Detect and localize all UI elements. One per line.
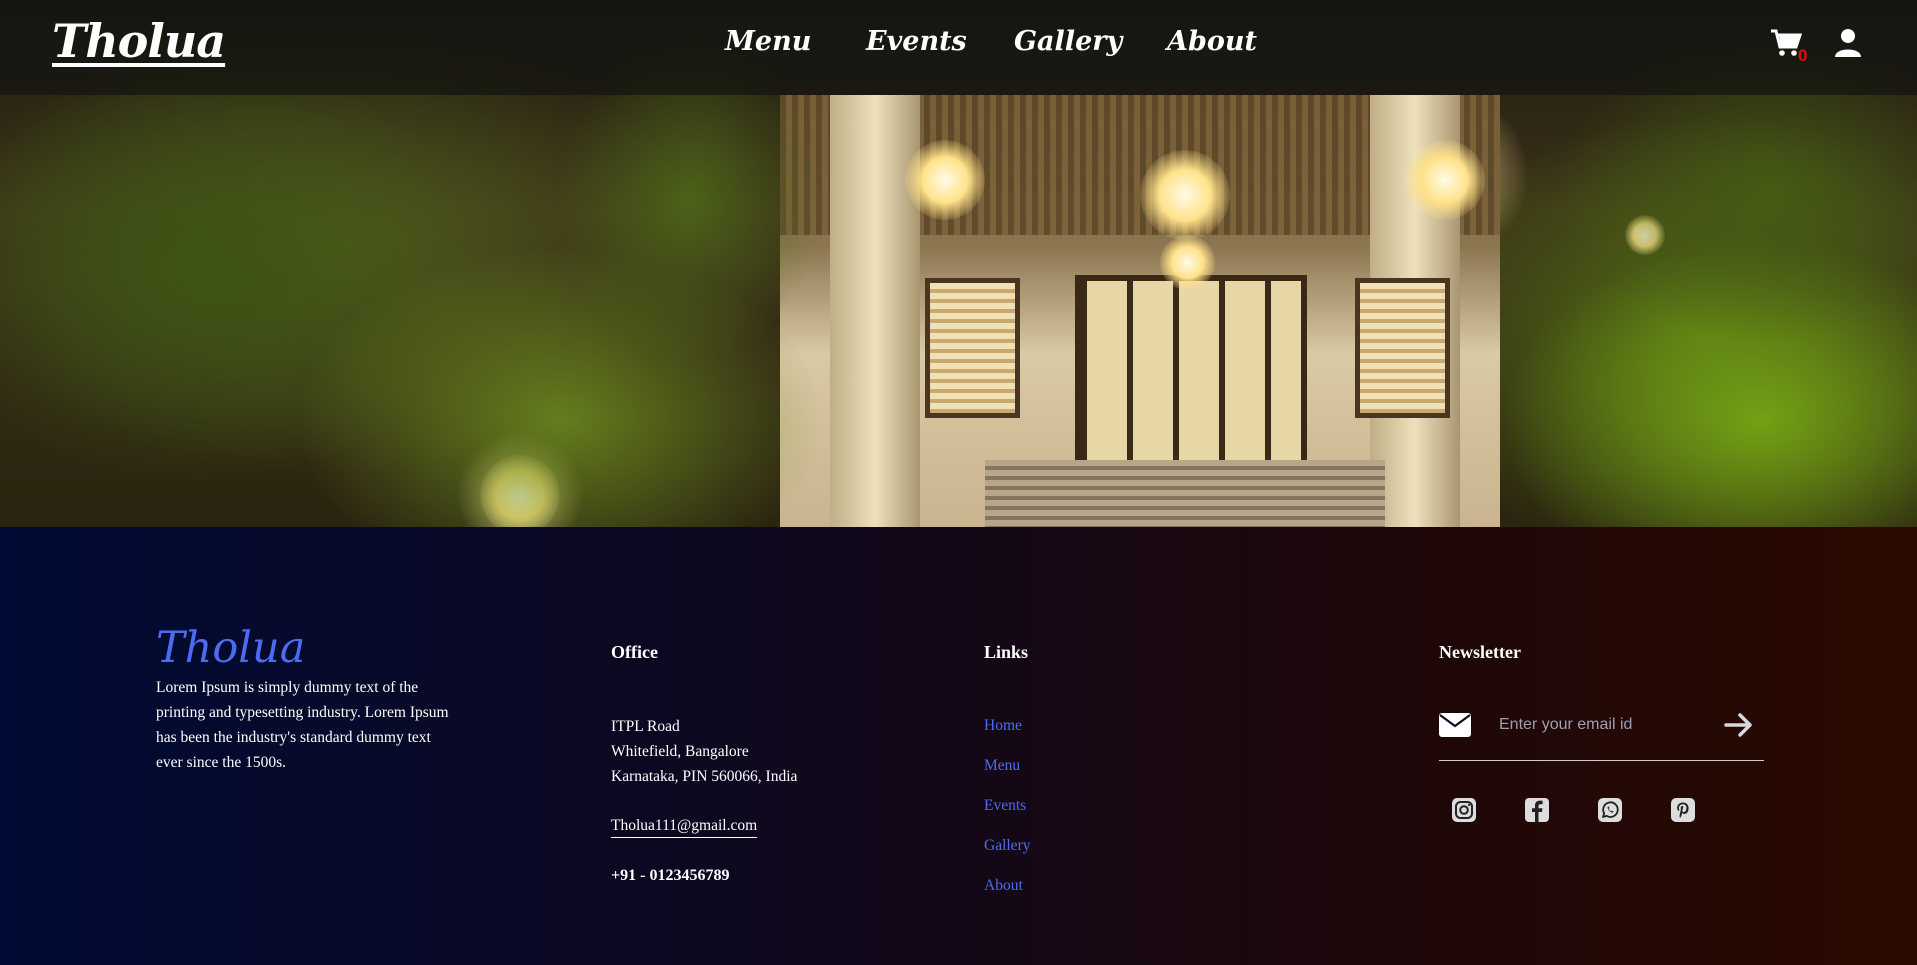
entrance-door xyxy=(1075,275,1307,472)
footer-link-about[interactable]: About xyxy=(984,877,1023,895)
address-line: Karnataka, PIN 560066, India xyxy=(611,768,798,785)
instagram-icon[interactable] xyxy=(1452,798,1476,822)
footer-link-events[interactable]: Events xyxy=(984,797,1026,815)
cart-count-badge: 0 xyxy=(1798,46,1808,65)
nav-about[interactable]: About xyxy=(1167,26,1257,57)
address-line: ITPL Road xyxy=(611,718,680,735)
main-nav: Menu Events Gallery About xyxy=(0,26,1917,66)
pinterest-icon[interactable] xyxy=(1671,798,1695,822)
address-line: Whitefield, Bangalore xyxy=(611,743,749,760)
footer-link-home[interactable]: Home xyxy=(984,717,1022,735)
nav-gallery[interactable]: Gallery xyxy=(1014,26,1122,57)
links-heading: Links xyxy=(984,642,1029,662)
office-email-link[interactable]: Tholua111@gmail.com xyxy=(611,817,758,838)
user-icon[interactable] xyxy=(1834,28,1862,58)
footer-brand: Tholua xyxy=(156,623,306,673)
whatsapp-icon[interactable] xyxy=(1598,798,1622,822)
newsletter-heading: Newsletter xyxy=(1439,642,1521,662)
facebook-icon[interactable] xyxy=(1525,798,1549,822)
site-footer: Tholua Lorem Ipsum is simply dummy text … xyxy=(0,527,1917,965)
nav-menu[interactable]: Menu xyxy=(725,26,811,57)
footer-link-menu[interactable]: Menu xyxy=(984,757,1020,775)
office-heading: Office xyxy=(611,642,658,662)
footer-link-gallery[interactable]: Gallery xyxy=(984,837,1030,855)
footer-description: Lorem Ipsum is simply dummy text of the … xyxy=(156,679,449,771)
arrow-right-icon[interactable] xyxy=(1723,711,1755,739)
newsletter-form xyxy=(1439,705,1764,761)
nav-events[interactable]: Events xyxy=(866,26,967,57)
newsletter-email-input[interactable] xyxy=(1497,709,1721,741)
envelope-icon xyxy=(1439,713,1471,737)
office-phone: +91 - 0123456789 xyxy=(611,867,730,884)
